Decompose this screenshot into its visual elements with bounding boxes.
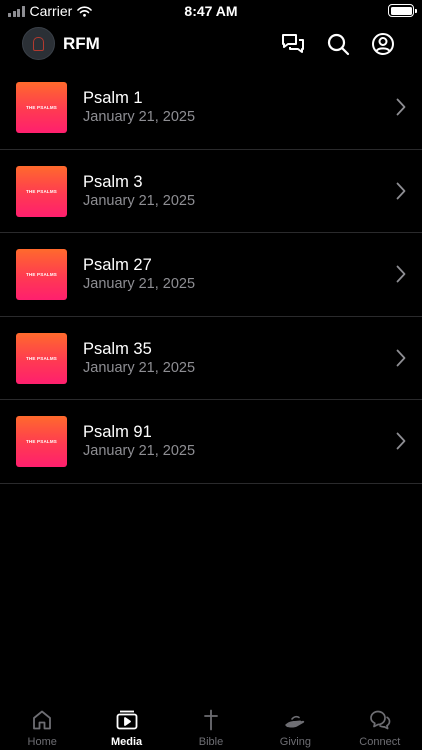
media-list-item[interactable]: THE PSALMS Psalm 91 January 21, 2025 xyxy=(0,400,422,484)
status-time: 8:47 AM xyxy=(184,3,238,19)
giving-hand-icon xyxy=(283,708,307,732)
messages-icon[interactable] xyxy=(280,31,306,57)
media-list-item[interactable]: THE PSALMS Psalm 1 January 21, 2025 xyxy=(0,66,422,150)
tab-connect[interactable]: Connect xyxy=(338,700,422,750)
media-thumbnail: THE PSALMS xyxy=(16,416,67,467)
media-date: January 21, 2025 xyxy=(83,276,196,292)
tab-media[interactable]: Media xyxy=(84,700,168,750)
app-logo[interactable] xyxy=(22,27,55,60)
media-date: January 21, 2025 xyxy=(83,192,196,209)
media-title: Psalm 3 xyxy=(83,172,143,191)
cross-icon xyxy=(199,708,223,732)
media-date: January 21, 2025 xyxy=(83,443,196,459)
tab-bar: Home Media Bible Giving Connect xyxy=(0,700,422,750)
account-icon[interactable] xyxy=(370,31,396,57)
media-list-item[interactable]: THE PSALMS Psalm 35 January 21, 2025 xyxy=(0,317,422,400)
media-icon xyxy=(115,708,139,732)
media-date: January 21, 2025 xyxy=(83,359,196,376)
media-title: Psalm 91 xyxy=(83,423,152,441)
tab-bible[interactable]: Bible xyxy=(169,700,253,750)
media-title: Psalm 1 xyxy=(83,89,143,107)
chevron-right-icon xyxy=(396,98,406,116)
media-title: Psalm 35 xyxy=(83,339,152,358)
media-date: January 21, 2025 xyxy=(83,109,196,125)
media-list-item[interactable]: THE PSALMS Psalm 27 January 21, 2025 xyxy=(0,233,422,317)
media-thumbnail: THE PSALMS xyxy=(16,332,67,384)
chevron-right-icon xyxy=(396,265,406,283)
chevron-right-icon xyxy=(396,349,406,366)
app-title: RFM xyxy=(63,34,100,53)
media-list: THE PSALMS Psalm 1 January 21, 2025 THE … xyxy=(0,66,422,484)
chevron-right-icon xyxy=(396,182,406,199)
chevron-right-icon xyxy=(396,432,406,450)
tab-giving[interactable]: Giving xyxy=(253,700,337,750)
status-bar: Carrier 8:47 AM xyxy=(0,0,422,22)
media-thumbnail: THE PSALMS xyxy=(16,249,67,300)
app-header: RFM xyxy=(0,24,422,66)
tab-home[interactable]: Home xyxy=(0,700,84,750)
media-title: Psalm 27 xyxy=(83,256,152,274)
search-icon[interactable] xyxy=(325,31,351,57)
battery-icon xyxy=(388,4,417,17)
media-list-item[interactable]: THE PSALMS Psalm 3 January 21, 2025 xyxy=(0,150,422,233)
media-thumbnail: THE PSALMS xyxy=(16,82,67,133)
chat-bubbles-icon xyxy=(368,708,392,732)
home-icon xyxy=(30,708,54,732)
media-thumbnail: THE PSALMS xyxy=(16,165,67,217)
